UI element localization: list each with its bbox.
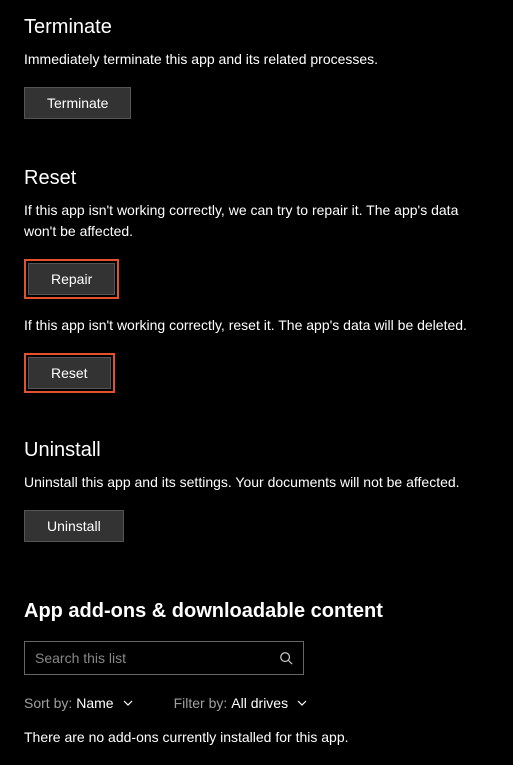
uninstall-button[interactable]: Uninstall: [24, 510, 124, 542]
terminate-description: Immediately terminate this app and its r…: [24, 49, 489, 69]
search-box[interactable]: [24, 641, 304, 675]
settings-page: Terminate Immediately terminate this app…: [0, 0, 513, 765]
reset-highlight: Reset: [24, 353, 115, 393]
addons-empty-message: There are no add-ons currently installed…: [24, 729, 489, 745]
repair-button[interactable]: Repair: [28, 263, 115, 295]
filter-row: Sort by: Name Filter by: All drives: [24, 695, 489, 711]
uninstall-description: Uninstall this app and its settings. You…: [24, 472, 489, 492]
sort-by-dropdown[interactable]: Sort by: Name: [24, 695, 134, 711]
repair-highlight: Repair: [24, 259, 119, 299]
filter-by-dropdown[interactable]: Filter by: All drives: [174, 695, 308, 711]
terminate-button[interactable]: Terminate: [24, 87, 131, 119]
chevron-down-icon: [122, 697, 134, 709]
terminate-heading: Terminate: [24, 16, 489, 39]
sort-label: Sort by:: [24, 695, 72, 711]
uninstall-heading: Uninstall: [24, 439, 489, 462]
reset-description: If this app isn't working correctly, res…: [24, 315, 489, 335]
repair-description: If this app isn't working correctly, we …: [24, 200, 489, 241]
filter-label: Filter by:: [174, 695, 228, 711]
chevron-down-icon: [296, 697, 308, 709]
reset-heading: Reset: [24, 167, 489, 190]
search-input[interactable]: [25, 650, 269, 666]
search-icon[interactable]: [269, 642, 303, 674]
filter-value: All drives: [231, 695, 288, 711]
reset-button[interactable]: Reset: [28, 357, 111, 389]
addons-heading: App add-ons & downloadable content: [24, 600, 489, 623]
sort-value: Name: [76, 695, 113, 711]
